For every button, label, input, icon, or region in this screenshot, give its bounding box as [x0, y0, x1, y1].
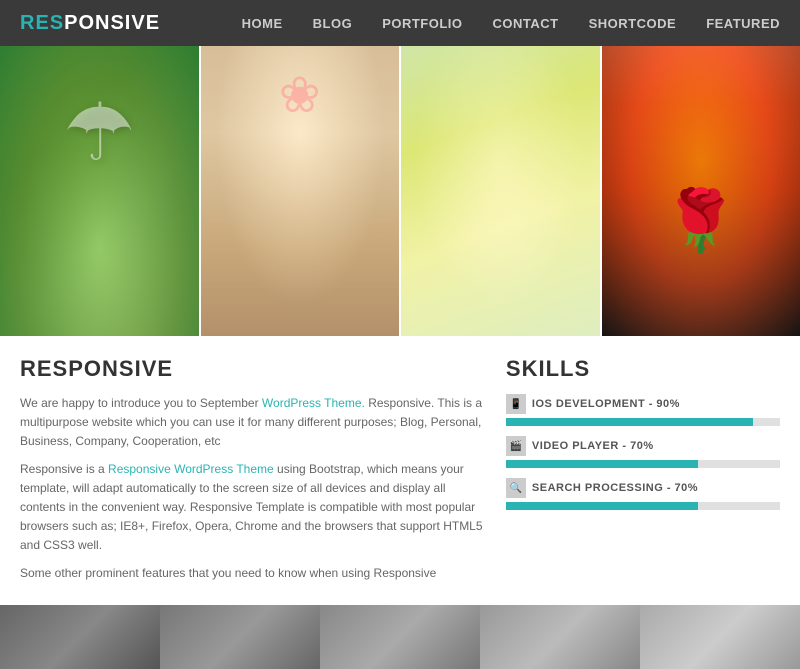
nav-portfolio[interactable]: PORTFOLIO [382, 16, 462, 31]
skill-search-header: 🔍 SEARCH PROCESSING - 70% [506, 478, 780, 498]
logo-sponsive: PONSIVE [64, 12, 160, 34]
bottom-image-1 [0, 605, 160, 669]
skill-search-bar-bg [506, 502, 780, 510]
left-content: RESPONSIVE We are happy to introduce you… [20, 356, 486, 591]
gallery-image-2 [201, 46, 400, 336]
header: RESPONSIVE HOME BLOG PORTFOLIO CONTACT S… [0, 0, 800, 46]
nav-shortcode[interactable]: SHORTCODE [589, 16, 677, 31]
bottom-image-5 [640, 605, 800, 669]
paragraph-2: Responsive is a Responsive WordPress The… [20, 460, 486, 556]
paragraph-1: We are happy to introduce you to Septemb… [20, 394, 486, 452]
skill-search-label: SEARCH PROCESSING - 70% [532, 482, 698, 494]
skill-search: 🔍 SEARCH PROCESSING - 70% [506, 478, 780, 510]
gallery-item-4 [602, 46, 800, 336]
link-wordpress-theme[interactable]: WordPress Theme. [262, 396, 365, 410]
main-nav: HOME BLOG PORTFOLIO CONTACT SHORTCODE FE… [242, 16, 780, 31]
bottom-strip [0, 605, 800, 669]
nav-featured[interactable]: FEATURED [706, 16, 780, 31]
bottom-image-2 [160, 605, 320, 669]
skill-ios: 📱 IOS DEVELOPMENT - 90% [506, 394, 780, 426]
skill-ios-label: IOS DEVELOPMENT - 90% [532, 398, 680, 410]
gallery-item-3 [401, 46, 602, 336]
paragraph-3: Some other prominent features that you n… [20, 564, 486, 583]
skill-video-bar-bg [506, 460, 780, 468]
skill-video-label: VIDEO PLAYER - 70% [532, 440, 654, 452]
skill-ios-bar-bg [506, 418, 780, 426]
nav-contact[interactable]: CONTACT [493, 16, 559, 31]
skills-section: SKILLS 📱 IOS DEVELOPMENT - 90% 🎬 VIDEO P… [506, 356, 780, 591]
bottom-image-4 [480, 605, 640, 669]
content-section: RESPONSIVE We are happy to introduce you… [0, 336, 800, 601]
search-icon: 🔍 [506, 478, 526, 498]
skill-search-bar-fill [506, 502, 698, 510]
skills-title: SKILLS [506, 356, 780, 382]
skill-video-header: 🎬 VIDEO PLAYER - 70% [506, 436, 780, 456]
gallery [0, 46, 800, 336]
skill-ios-bar-fill [506, 418, 753, 426]
gallery-image-4 [602, 46, 800, 336]
ios-icon: 📱 [506, 394, 526, 414]
logo-re: RES [20, 12, 64, 34]
gallery-image-3 [401, 46, 600, 336]
main-title: RESPONSIVE [20, 356, 486, 382]
link-responsive-theme[interactable]: Responsive WordPress Theme [108, 462, 274, 476]
nav-home[interactable]: HOME [242, 16, 283, 31]
skill-video-bar-fill [506, 460, 698, 468]
skill-video: 🎬 VIDEO PLAYER - 70% [506, 436, 780, 468]
gallery-image-1 [0, 46, 199, 336]
nav-blog[interactable]: BLOG [313, 16, 353, 31]
logo: RESPONSIVE [20, 12, 160, 35]
gallery-item-1 [0, 46, 201, 336]
gallery-item-2 [201, 46, 402, 336]
skill-ios-header: 📱 IOS DEVELOPMENT - 90% [506, 394, 780, 414]
video-icon: 🎬 [506, 436, 526, 456]
bottom-image-3 [320, 605, 480, 669]
